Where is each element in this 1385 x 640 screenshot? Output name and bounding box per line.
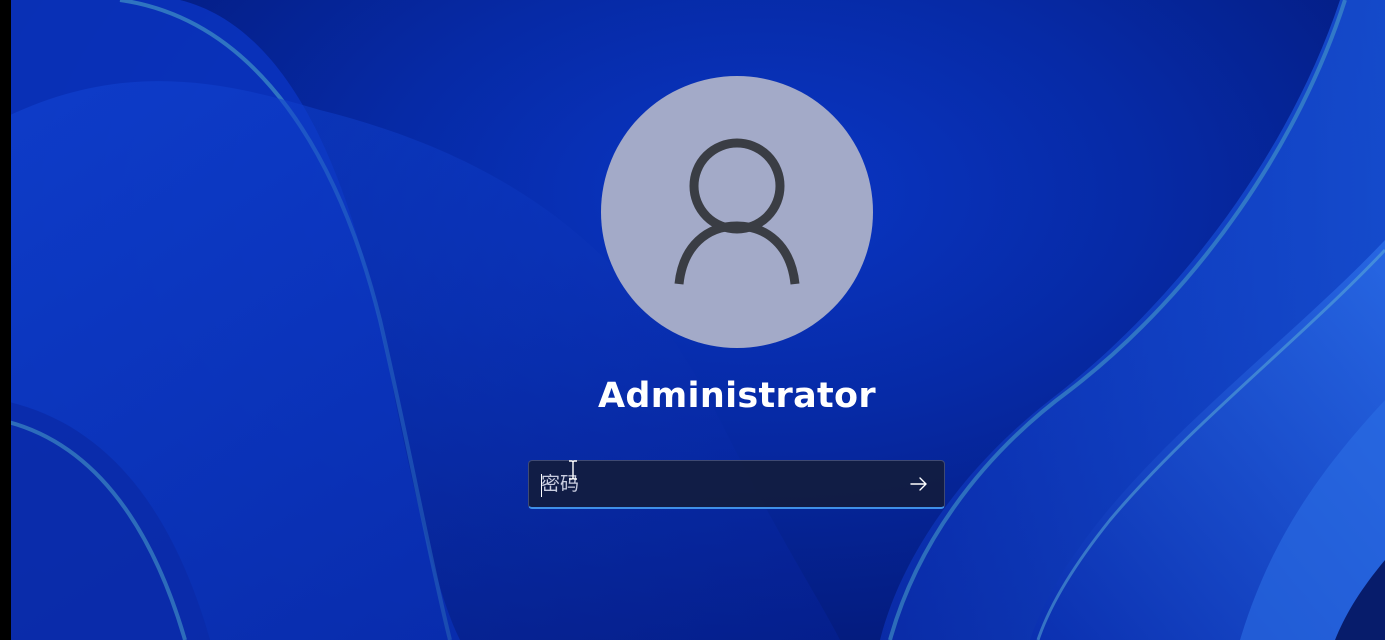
submit-button[interactable] [904,469,934,499]
screen-bezel [0,0,11,640]
text-caret [541,474,542,497]
ibeam-cursor-icon [569,460,577,480]
password-field[interactable] [528,460,945,509]
username-label: Administrator [598,376,876,416]
lock-screen: Administrator [0,0,1385,640]
password-input[interactable] [541,467,881,501]
arrow-right-icon [910,477,927,491]
user-avatar [601,76,873,348]
user-silhouette-icon [674,138,800,285]
